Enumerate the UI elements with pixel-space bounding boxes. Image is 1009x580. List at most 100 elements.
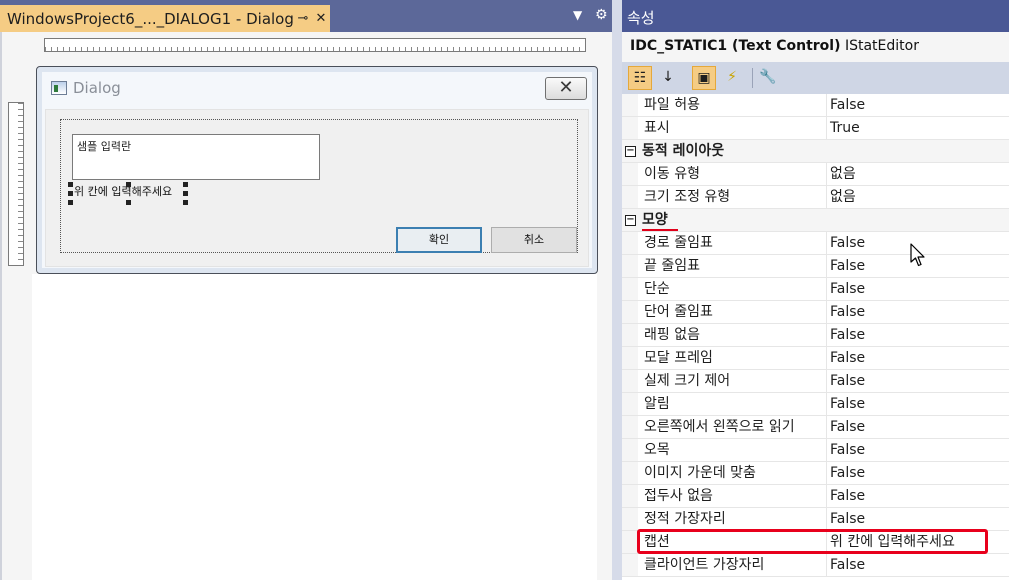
property-row[interactable]: 래핑 없음 False [622,324,1009,347]
property-row[interactable]: 정적 가장자리 False [622,508,1009,531]
row-gutter [622,324,638,346]
property-value[interactable]: False [830,94,865,116]
property-value[interactable]: 없음 [830,163,856,185]
property-name: 접두사 없음 [644,488,713,504]
dialog-app-icon [51,81,67,95]
collapse-icon[interactable]: − [625,146,636,157]
resize-handle[interactable] [183,191,188,196]
column-separator [826,324,827,346]
pin-icon[interactable]: ⊸ [294,11,312,26]
property-value[interactable]: False [830,462,865,484]
ok-button[interactable]: 확인 [396,227,482,253]
collapse-icon[interactable]: − [625,215,636,226]
property-row[interactable]: 이동 유형 없음 [622,163,1009,186]
property-row[interactable]: 접두사 없음 False [622,485,1009,508]
property-row-caption[interactable]: 캡션 위 칸에 입력해주세요 [622,531,1009,554]
dialog-client-area: 샘플 입력란 위 칸에 입력해주세요 확인 취소 [45,109,589,267]
tab-overflow-icon[interactable]: ▼ [573,8,582,22]
property-row[interactable]: 표시 True [622,117,1009,140]
property-name: 표시 [644,120,670,136]
property-row[interactable]: 파일 허용 False [622,94,1009,117]
property-value[interactable]: 없음 [830,186,856,208]
property-value[interactable]: False [830,301,865,323]
column-separator [826,94,827,116]
dialog-editor: WindowsProject6_..._DIALOG1 - Dialog ⊸ ✕… [0,0,612,580]
selected-object-label[interactable]: IDC_STATIC1 (Text Control) IStatEditor [622,32,1009,62]
column-separator [826,485,827,507]
sample-edit-control[interactable]: 샘플 입력란 [72,134,320,180]
resize-handle[interactable] [126,182,131,187]
resize-handle[interactable] [68,182,73,187]
wrench-icon[interactable]: 🔧 [756,66,780,90]
row-gutter [622,531,638,553]
dialog-close-button[interactable]: ✕ [545,77,587,100]
category-row-dynamic-layout[interactable]: − 동적 레이아웃 [622,140,1009,163]
document-tab-title: WindowsProject6_..._DIALOG1 - Dialog [7,9,294,28]
column-separator [826,163,827,185]
property-value[interactable]: True [830,117,860,139]
property-row[interactable]: 오목 False [622,439,1009,462]
caption-value[interactable]: 위 칸에 입력해주세요 [830,531,955,553]
resize-handle[interactable] [183,182,188,187]
property-row[interactable]: 단순 False [622,278,1009,301]
property-name: 오목 [644,442,670,458]
property-name: 클라이언트 가장자리 [644,557,765,573]
dialog-titlebar: Dialog [51,79,121,97]
horizontal-ruler[interactable] [44,38,586,52]
categorized-icon[interactable]: ☷ [628,66,652,90]
property-row[interactable]: 알림 False [622,393,1009,416]
property-name: 단어 줄임표 [644,304,713,320]
annotation-underline [642,229,678,231]
row-gutter [622,462,638,484]
resize-handle[interactable] [183,200,188,205]
dialog-title: Dialog [73,79,121,97]
events-icon[interactable]: ⚡ [720,66,744,90]
properties-icon[interactable]: ▣ [692,66,716,90]
resize-handle[interactable] [68,200,73,205]
property-value[interactable]: False [830,439,865,461]
row-gutter [622,278,638,300]
property-row[interactable]: 실제 크기 제어 False [622,370,1009,393]
property-row[interactable]: 모달 프레임 False [622,347,1009,370]
row-gutter [622,117,638,139]
property-value[interactable]: False [830,324,865,346]
column-separator [826,439,827,461]
resize-handle[interactable] [68,191,73,196]
property-value[interactable]: False [830,416,865,438]
property-value[interactable]: False [830,278,865,300]
property-row[interactable]: 오른쪽에서 왼쪽으로 읽기 False [622,416,1009,439]
property-row[interactable]: 경로 줄임표 False [622,232,1009,255]
property-value[interactable]: False [830,508,865,530]
property-row[interactable]: 이미지 가운데 맞춤 False [622,462,1009,485]
property-value[interactable]: False [830,485,865,507]
property-row[interactable]: 끝 줄임표 False [622,255,1009,278]
panel-splitter[interactable] [612,0,622,580]
cancel-button[interactable]: 취소 [491,227,577,253]
column-separator [826,393,827,415]
row-gutter [622,163,638,185]
alphabetical-icon[interactable]: ↓ [656,66,680,90]
property-row[interactable]: 크기 조정 유형 없음 [622,186,1009,209]
property-value[interactable]: False [830,347,865,369]
property-name: 파일 허용 [644,97,700,113]
column-separator [826,462,827,484]
gear-icon[interactable]: ⚙ [595,7,608,23]
close-tab-icon[interactable]: ✕ [312,11,330,26]
column-separator [826,232,827,254]
dialog-preview[interactable]: Dialog ✕ 샘플 입력란 위 칸에 입력해주세요 확인 취소 [36,66,598,274]
property-value[interactable]: False [830,232,865,254]
properties-toolbar: ☷ ↓ ▣ ⚡ 🔧 [622,62,1009,94]
property-row[interactable]: 클라이언트 가장자리 False [622,554,1009,577]
property-value[interactable]: False [830,393,865,415]
property-value[interactable]: False [830,255,865,277]
category-row-appearance[interactable]: − 모양 [622,209,1009,232]
property-value[interactable]: False [830,370,865,392]
vertical-ruler[interactable] [8,102,24,266]
column-separator [826,416,827,438]
row-gutter [622,255,638,277]
property-name: 캡션 [644,534,670,550]
property-value[interactable]: False [830,554,865,576]
document-tab[interactable]: WindowsProject6_..._DIALOG1 - Dialog ⊸ ✕ [0,5,330,32]
resize-handle[interactable] [126,200,131,205]
property-row[interactable]: 단어 줄임표 False [622,301,1009,324]
